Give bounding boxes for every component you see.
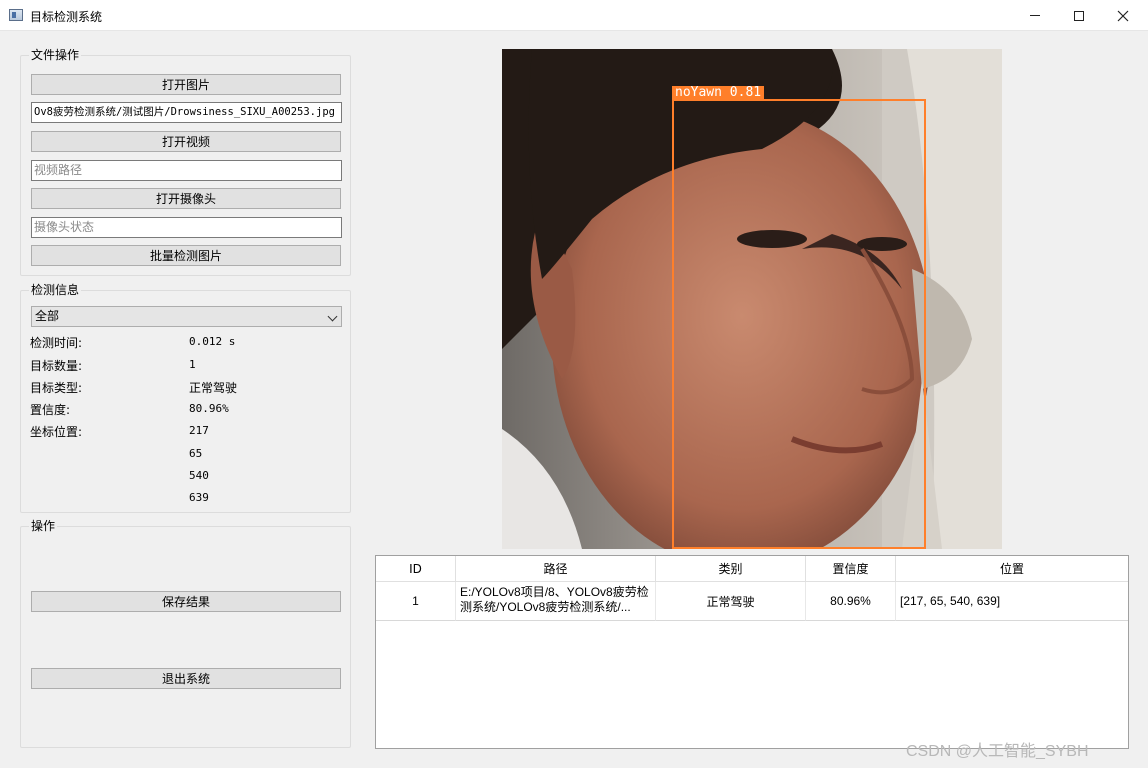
target-type-value: 正常驾驶: [189, 381, 238, 395]
file-operations-group: 文件操作 打开图片 Ov8疲劳检测系统/测试图片/Drowsiness_SIXU…: [20, 47, 351, 276]
exit-system-button[interactable]: 退出系统: [31, 668, 341, 689]
coordinates-label: 坐标位置:: [30, 425, 83, 439]
close-icon: [1117, 10, 1129, 21]
window-title: 目标检测系统: [30, 10, 103, 24]
target-type-label: 目标类型:: [30, 381, 83, 395]
confidence-value: 80.96%: [189, 402, 229, 415]
video-path-field[interactable]: 视频路径: [31, 160, 342, 181]
target-filter-select[interactable]: 全部: [31, 306, 342, 327]
app-window-icon: [9, 9, 23, 21]
chevron-down-icon: [327, 311, 338, 322]
minimize-icon: [1030, 15, 1040, 16]
detection-image: noYawn 0.81: [502, 49, 1002, 549]
column-header-position[interactable]: 位置: [896, 556, 1128, 582]
cell-confidence: 80.96%: [806, 582, 896, 621]
image-path-field[interactable]: Ov8疲劳检测系统/测试图片/Drowsiness_SIXU_A00253.jp…: [31, 102, 342, 123]
cell-position: [217, 65, 540, 639]: [896, 582, 1128, 621]
detect-time-value: 0.012 s: [189, 335, 236, 348]
detection-info-group: 检测信息 全部 检测时间: 0.012 s 目标数量: 1 目标类型: 正常驾驶…: [20, 282, 351, 513]
detection-label: noYawn 0.81: [672, 86, 765, 100]
results-table[interactable]: ID 路径 类别 置信度 位置 1 E:/YOLOv8项目/8、YOLOv8疲劳…: [375, 555, 1129, 749]
watermark: CSDN @人工智能_SYBH: [906, 743, 1089, 760]
detection-bounding-box: [672, 99, 926, 549]
operations-group: 操作 保存结果 退出系统: [20, 518, 351, 748]
open-video-button[interactable]: 打开视频: [31, 131, 341, 152]
cell-category: 正常驾驶: [656, 582, 806, 621]
maximize-button[interactable]: [1056, 0, 1102, 31]
detection-info-title: 检测信息: [29, 282, 82, 298]
title-bar: 目标检测系统: [0, 0, 1148, 31]
coord-ymax: 639: [189, 491, 209, 504]
batch-detect-button[interactable]: 批量检测图片: [31, 245, 341, 266]
coord-ymin: 65: [189, 447, 203, 460]
cell-path: E:/YOLOv8项目/8、YOLOv8疲劳检测系统/YOLOv8疲劳检测系统/…: [456, 582, 656, 621]
operations-title: 操作: [29, 518, 58, 534]
target-count-label: 目标数量:: [30, 359, 83, 373]
file-operations-title: 文件操作: [29, 47, 82, 63]
save-results-button[interactable]: 保存结果: [31, 591, 341, 612]
detect-time-label: 检测时间:: [30, 336, 83, 350]
maximize-icon: [1074, 10, 1084, 21]
coord-xmin: 217: [189, 424, 209, 437]
confidence-label: 置信度:: [30, 403, 71, 417]
column-header-id[interactable]: ID: [376, 556, 456, 582]
cell-id: 1: [376, 582, 456, 621]
open-camera-button[interactable]: 打开摄像头: [31, 188, 341, 209]
column-header-path[interactable]: 路径: [456, 556, 656, 582]
coord-xmax: 540: [189, 469, 209, 482]
open-image-button[interactable]: 打开图片: [31, 74, 341, 95]
target-count-value: 1: [189, 358, 196, 371]
column-header-confidence[interactable]: 置信度: [806, 556, 896, 582]
target-filter-value: 全部: [35, 309, 60, 323]
camera-status-field[interactable]: 摄像头状态: [31, 217, 342, 238]
close-button[interactable]: [1100, 0, 1146, 31]
minimize-button[interactable]: [1012, 0, 1058, 31]
column-header-category[interactable]: 类别: [656, 556, 806, 582]
